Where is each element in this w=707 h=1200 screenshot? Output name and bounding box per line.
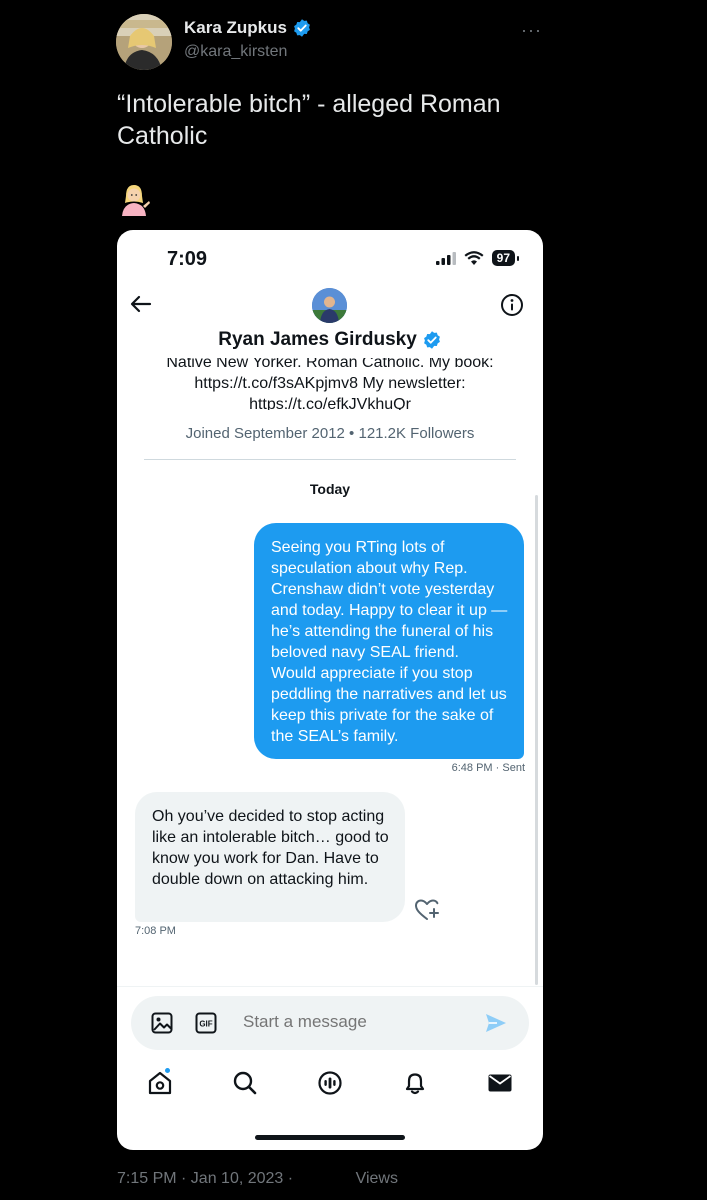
conversation-name[interactable]: Ryan James Girdusky [218, 329, 417, 351]
conversation-name-row[interactable]: Ryan James Girdusky [117, 329, 543, 351]
more-options-icon[interactable]: ··· [521, 20, 542, 41]
author-name-row[interactable]: Kara Zupkus [184, 18, 312, 38]
message-composer[interactable]: GIF [131, 996, 529, 1050]
tweet-timestamp[interactable]: 7:15 PM · Jan 10, 2023 · [117, 1170, 293, 1187]
author-handle[interactable]: @kara_kirsten [184, 43, 287, 61]
tweet-header: Kara Zupkus @kara_kirsten ··· [116, 14, 546, 72]
message-bubble-received[interactable]: Oh you’ve decided to stop acting like an… [135, 792, 405, 922]
divider [117, 986, 543, 987]
home-indicator[interactable] [255, 1135, 405, 1140]
status-icons: 97 [435, 250, 520, 266]
tweet-text: “Intolerable bitch” - alleged Roman Cath… [117, 90, 501, 150]
divider [144, 459, 516, 460]
verified-badge-icon [423, 331, 440, 349]
day-separator: Today [309, 481, 351, 497]
message-text: Oh you’ve decided to stop acting like an… [152, 808, 389, 888]
gif-icon[interactable]: GIF [195, 1012, 217, 1034]
status-time: 7:09 [167, 248, 208, 270]
messages-icon[interactable] [487, 1070, 513, 1096]
conversation-joined: Joined September 2012 • 121.2K Followers [185, 425, 475, 442]
message-text: Seeing you RTing lots of speculation abo… [271, 539, 508, 745]
message-timestamp: 6:48 PM · Sent [451, 762, 525, 774]
back-arrow-icon[interactable] [129, 292, 153, 316]
conversation-bio-text: Native New Yorker. Roman Catholic. My bo… [166, 358, 494, 410]
home-icon[interactable] [147, 1070, 173, 1096]
author-avatar[interactable] [116, 14, 172, 70]
conversation-bio: Native New Yorker. Roman Catholic. My bo… [137, 358, 523, 410]
spaces-icon[interactable] [317, 1070, 343, 1096]
notification-dot [164, 1067, 171, 1074]
conversation-avatar[interactable] [312, 288, 347, 323]
person-tipping-hand-emoji [122, 185, 150, 216]
send-icon[interactable] [485, 1013, 507, 1033]
dm-screenshot[interactable]: 7:09 97 Ryan James Girdusky Native New Y… [117, 230, 543, 1150]
author-name[interactable]: Kara Zupkus [184, 18, 287, 38]
notifications-icon[interactable] [402, 1070, 428, 1096]
search-icon[interactable] [232, 1070, 258, 1096]
verified-badge-icon [294, 19, 310, 37]
tweet-views[interactable]: Views [356, 1170, 398, 1187]
wifi-icon [464, 250, 484, 265]
message-bubble-sent[interactable]: Seeing you RTing lots of speculation abo… [254, 523, 524, 759]
image-icon[interactable] [151, 1012, 173, 1034]
info-icon[interactable] [500, 293, 524, 317]
battery-indicator: 97 [491, 250, 520, 266]
add-reaction-icon[interactable] [414, 898, 440, 922]
tweet-meta: 7:15 PM · Jan 10, 2023 · Views [117, 1170, 398, 1188]
svg-text:GIF: GIF [199, 1020, 212, 1029]
message-timestamp: 7:08 PM [135, 925, 176, 937]
scrollbar[interactable] [535, 495, 538, 985]
message-input[interactable] [243, 1012, 443, 1032]
signal-icon [435, 251, 456, 265]
tab-bar [117, 1067, 543, 1104]
